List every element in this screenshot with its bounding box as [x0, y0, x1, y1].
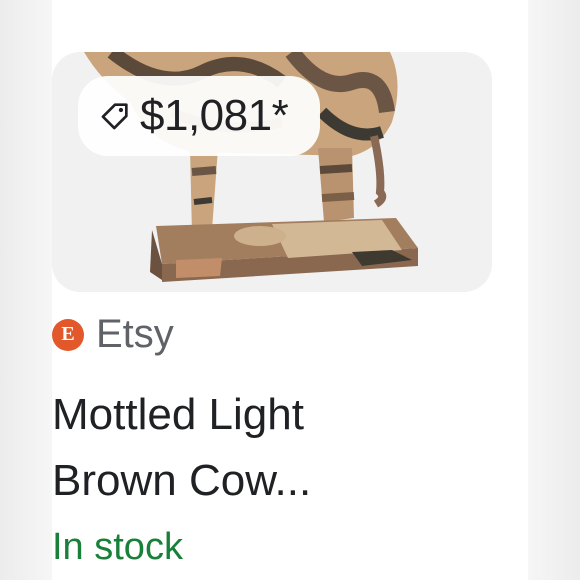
price-label: $1,081*: [140, 91, 289, 140]
product-title-line: Mottled Light: [52, 390, 304, 439]
background-right: [528, 0, 580, 580]
background-left: [0, 0, 52, 580]
product-card[interactable]: $1,081* E Etsy Mottled Light Brown Cow..…: [52, 0, 528, 580]
price-tag-icon: [101, 103, 128, 130]
etsy-logo-icon: E: [52, 318, 84, 351]
merchant-name: Etsy: [96, 312, 174, 356]
product-title-line: Brown Cow...: [52, 456, 312, 505]
availability-status: In stock: [52, 526, 183, 568]
merchant-row: E Etsy: [52, 312, 174, 357]
price-chip[interactable]: $1,081*: [78, 76, 320, 156]
product-title[interactable]: Mottled Light Brown Cow...: [52, 382, 492, 514]
